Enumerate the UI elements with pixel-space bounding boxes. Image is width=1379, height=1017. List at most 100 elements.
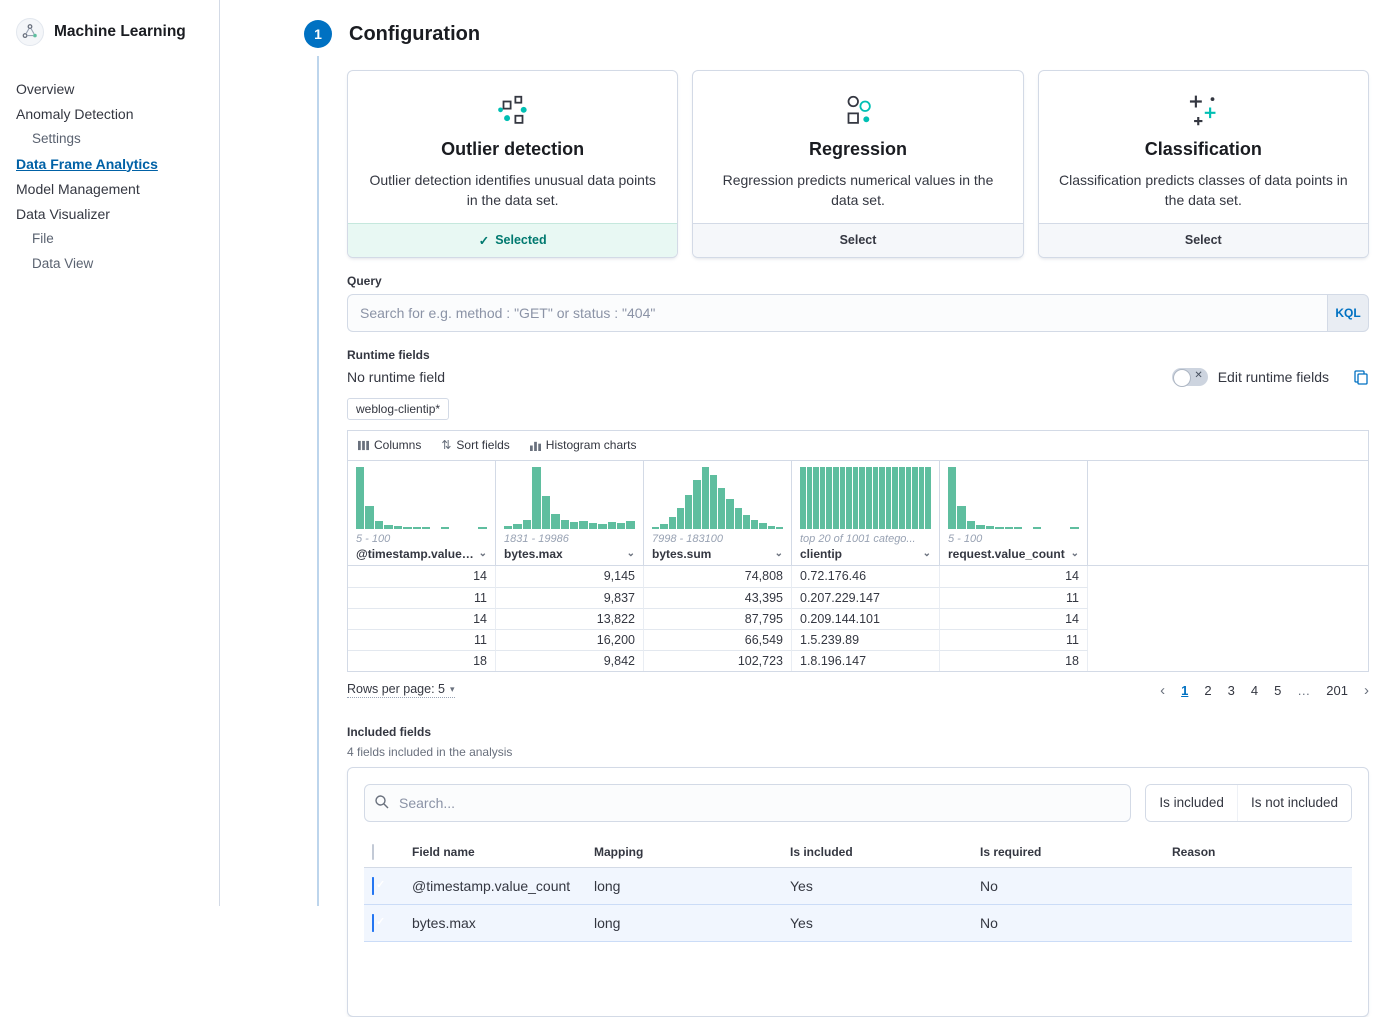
sidebar-item-anomaly-detection[interactable]: Anomaly Detection: [16, 101, 211, 126]
cell: 18: [348, 650, 496, 671]
card-regression: Regression Regression predicts numerical…: [692, 70, 1023, 258]
sidebar-item-data-frame-analytics[interactable]: Data Frame Analytics: [16, 151, 211, 176]
row-checkbox[interactable]: [372, 914, 374, 932]
runtime-fields-row: No runtime field Edit runtime fields: [347, 368, 1369, 386]
card-outlier-detection: Outlier detection Outlier detection iden…: [347, 70, 678, 258]
column-sort-control[interactable]: bytes.sum: [652, 547, 783, 561]
chevron-down-icon[interactable]: [775, 548, 783, 559]
table-row: 11 16,200 66,549 1.5.239.89 11: [348, 629, 1368, 650]
histogram-chart: [652, 467, 783, 529]
copy-icon[interactable]: [1353, 369, 1369, 385]
page-4-button[interactable]: 4: [1251, 683, 1258, 698]
column-header-reason: Reason: [1172, 845, 1352, 859]
filter-is-included-button[interactable]: Is included: [1146, 785, 1237, 821]
cell: 18: [940, 650, 1088, 671]
chevron-down-icon[interactable]: [923, 548, 931, 559]
card-title: Classification: [1057, 139, 1350, 160]
next-page-icon[interactable]: [1364, 682, 1369, 699]
column-sort-control[interactable]: bytes.max: [504, 547, 635, 561]
chevron-down-icon[interactable]: [1071, 548, 1079, 559]
configuration-content: Outlier detection Outlier detection iden…: [347, 70, 1369, 1017]
query-input[interactable]: [347, 294, 1327, 332]
included-fields-panel: Is included Is not included Field name M…: [347, 767, 1369, 1017]
column-header-is-included: Is included: [790, 845, 980, 859]
is-included-cell: Yes: [790, 915, 980, 931]
sidebar-item-settings[interactable]: Settings: [32, 126, 211, 151]
regression-select-button[interactable]: Select: [693, 223, 1022, 257]
included-fields-label: Included fields: [347, 725, 1369, 739]
pagination-ellipsis: …: [1297, 683, 1310, 698]
previous-page-icon[interactable]: [1160, 682, 1165, 699]
main-content: 1 Configuration: [220, 0, 1379, 906]
fields-filter-group: Is included Is not included: [1145, 784, 1352, 822]
cell: 9,837: [496, 587, 644, 608]
sidebar-item-model-management[interactable]: Model Management: [16, 176, 211, 201]
edit-runtime-fields-toggle[interactable]: [1172, 368, 1208, 386]
histogram-chart: [504, 467, 635, 529]
filter-is-not-included-button[interactable]: Is not included: [1237, 785, 1351, 821]
sidebar-item-data-view[interactable]: Data View: [32, 251, 211, 276]
columns-button[interactable]: Columns: [358, 438, 421, 452]
table-row: @timestamp.value_count long Yes No: [364, 868, 1352, 905]
grid-pagination-row: Rows per page: 5 1 2 3 4 5 … 201: [347, 682, 1369, 699]
sort-fields-button[interactable]: ⇅ Sort fields: [441, 438, 509, 452]
column-range: 5 - 100: [356, 533, 487, 545]
table-row: 14 13,822 87,795 0.209.144.101 14: [348, 608, 1368, 629]
column-sort-control[interactable]: clientip: [800, 547, 931, 561]
card-description: Regression predicts numerical values in …: [711, 170, 1004, 211]
sort-icon: ⇅: [441, 438, 451, 452]
pagination: 1 2 3 4 5 … 201: [1160, 682, 1369, 699]
column-sort-control[interactable]: request.value_count: [948, 547, 1079, 561]
cell: 0.72.176.46: [792, 566, 940, 587]
cell: 9,842: [496, 650, 644, 671]
cell: 11: [348, 587, 496, 608]
histogram-charts-button[interactable]: Histogram charts: [530, 438, 637, 452]
chevron-down-icon[interactable]: [479, 548, 487, 559]
column-range: 5 - 100: [948, 533, 1079, 545]
sidebar: Machine Learning Overview Anomaly Detect…: [0, 0, 220, 906]
outlier-detection-select-button[interactable]: Selected: [348, 223, 677, 257]
field-name-cell: @timestamp.value_count: [412, 878, 594, 894]
page-3-button[interactable]: 3: [1228, 683, 1235, 698]
cell: 14: [348, 608, 496, 629]
page-5-button[interactable]: 5: [1274, 683, 1281, 698]
is-required-cell: No: [980, 915, 1172, 931]
machine-learning-app-icon: [16, 18, 44, 46]
cell: 1.8.196.147: [792, 650, 940, 671]
step-number-badge: 1: [304, 20, 332, 48]
edit-runtime-fields-label[interactable]: Edit runtime fields: [1218, 369, 1329, 385]
index-pattern-badge: weblog-clientip*: [347, 398, 449, 420]
data-grid-body: 14 9,145 74,808 0.72.176.46 14 11 9,837 …: [348, 566, 1368, 671]
cell: 14: [940, 566, 1088, 587]
sidebar-item-overview[interactable]: Overview: [16, 76, 211, 101]
histogram-chart: [800, 467, 931, 529]
page-1-button[interactable]: 1: [1181, 683, 1188, 698]
histogram-chart: [356, 467, 487, 529]
column-sort-control[interactable]: @timestamp.value_count: [356, 547, 487, 561]
columns-icon: [358, 440, 369, 451]
row-checkbox[interactable]: [372, 877, 374, 895]
rows-per-page-button[interactable]: Rows per page: 5: [347, 682, 455, 698]
kql-language-button[interactable]: KQL: [1327, 294, 1369, 332]
fields-search-input[interactable]: [364, 784, 1131, 822]
column-header-bytes-max: 1831 - 19986 bytes.max: [496, 461, 644, 565]
cell: 11: [348, 629, 496, 650]
chevron-down-icon[interactable]: [627, 548, 635, 559]
sidebar-item-file[interactable]: File: [32, 226, 211, 251]
select-all-checkbox[interactable]: [372, 844, 374, 860]
page-2-button[interactable]: 2: [1204, 683, 1211, 698]
classification-select-button[interactable]: Select: [1039, 223, 1368, 257]
table-row: 14 9,145 74,808 0.72.176.46 14: [348, 566, 1368, 587]
column-range: 1831 - 19986: [504, 533, 635, 545]
cell: 13,822: [496, 608, 644, 629]
histogram-icon: [530, 440, 541, 451]
regression-icon: [711, 89, 1004, 133]
step-header: 1 Configuration: [304, 20, 1369, 48]
sidebar-item-data-visualizer[interactable]: Data Visualizer: [16, 201, 211, 226]
card-classification: Classification Classification predicts c…: [1038, 70, 1369, 258]
page-201-button[interactable]: 201: [1326, 683, 1348, 698]
column-header-field-name: Field name: [412, 845, 594, 859]
cell: 66,549: [644, 629, 792, 650]
cell: 14: [348, 566, 496, 587]
classification-icon: [1057, 89, 1350, 133]
